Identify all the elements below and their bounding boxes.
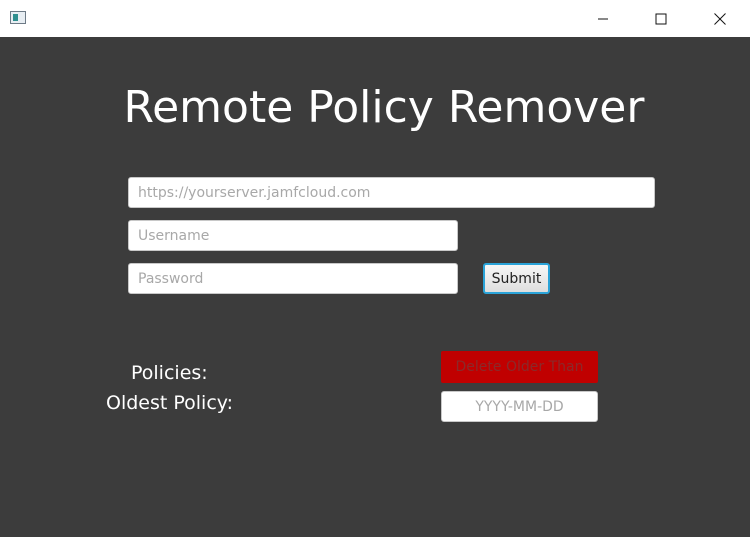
username-input[interactable] — [128, 220, 458, 251]
title-bar — [0, 0, 750, 37]
app-icon — [10, 11, 26, 24]
minimize-icon — [598, 18, 608, 19]
close-icon — [714, 12, 726, 25]
maximize-button[interactable] — [632, 0, 690, 37]
minimize-button[interactable] — [574, 0, 632, 37]
password-input[interactable] — [128, 263, 458, 294]
maximize-icon — [655, 13, 667, 24]
submit-button[interactable]: Submit — [483, 263, 550, 294]
delete-older-than-button[interactable]: Delete Older Than — [441, 351, 598, 383]
page-title: Remote Policy Remover — [123, 82, 645, 133]
app-window: Remote Policy Remover Submit Policies: O… — [0, 0, 750, 537]
server-url-input[interactable] — [128, 177, 655, 208]
date-input[interactable] — [441, 391, 598, 422]
close-button[interactable] — [691, 0, 749, 37]
policies-label: Policies: — [131, 362, 208, 384]
main-content: Remote Policy Remover Submit Policies: O… — [0, 37, 750, 537]
oldest-policy-label: Oldest Policy: — [106, 392, 234, 414]
